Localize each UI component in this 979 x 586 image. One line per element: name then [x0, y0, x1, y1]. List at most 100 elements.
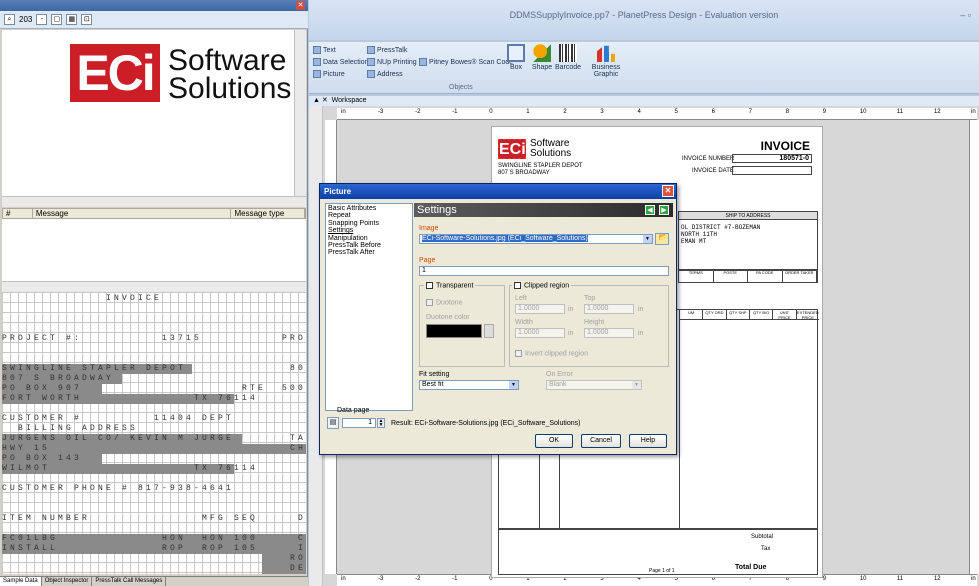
nav-settings[interactable]: Settings	[328, 227, 410, 234]
on-error-select[interactable]: Blank ▼	[546, 380, 642, 390]
eci-logo-mark: ECi	[70, 44, 160, 102]
chevron-down-icon[interactable]: ▼	[509, 381, 518, 389]
grid-row[interactable]: PO BOX 143	[2, 454, 82, 464]
ribbon-barcode-button[interactable]: Barcode	[555, 44, 581, 71]
ruler-tick-label: 3	[600, 109, 604, 115]
grid-row[interactable]: PROJECT #: 13715 PROJ	[2, 334, 306, 344]
invert-clipped-checkbox[interactable]: Invert clipped region	[515, 350, 588, 357]
clipped-region-checkbox[interactable]: Clipped region	[512, 282, 572, 290]
messages-col-type[interactable]: Message type	[231, 209, 305, 218]
grid-row[interactable]: INVOICE	[2, 294, 162, 304]
page-input[interactable]: 1	[419, 266, 669, 276]
invoice-number-field[interactable]: 180571-0	[732, 154, 812, 163]
grid-row[interactable]: PO BOX 907 RTE 500	[2, 384, 306, 394]
bottom-tabs: Sample Data Object Inspector PressTalk C…	[0, 576, 308, 586]
ribbon-scan-code-button[interactable]: Pitney Bowes® Scan Code	[419, 58, 513, 66]
tab-sample-data[interactable]: Sample Data	[0, 577, 42, 586]
duotone-color-swatch[interactable]	[426, 324, 482, 338]
top-input[interactable]: 1.0000	[584, 304, 634, 314]
window-controls[interactable]: – ▫	[960, 10, 971, 20]
next-icon[interactable]: ▶	[659, 205, 669, 215]
grid-row[interactable]: ROUTE	[2, 554, 306, 564]
fit-setting-select[interactable]: Best fit ▼	[419, 380, 519, 390]
height-input[interactable]: 1.0000	[584, 328, 634, 338]
grid-row[interactable]: 807 S BROADWAY	[2, 374, 114, 384]
invoice-date-field[interactable]	[732, 166, 812, 175]
data-page-input[interactable]: 1	[342, 418, 376, 428]
ribbon-address-button[interactable]: Address	[367, 70, 403, 78]
help-button[interactable]: Help	[629, 434, 667, 448]
ruler-tick-label: 10	[859, 576, 867, 582]
preview-horizontal-scrollbar[interactable]	[2, 196, 306, 207]
preview-vertical-scrollbar[interactable]	[294, 30, 306, 196]
nav-presstalk-before[interactable]: PressTalk Before	[328, 242, 410, 249]
nav-manipulation[interactable]: Manipulation	[328, 235, 410, 242]
grid-row[interactable]: INSTALL ROP ROP 105 INSTAL	[2, 544, 306, 554]
width-input[interactable]: 1.0000	[515, 328, 565, 338]
nav-repeat[interactable]: Repeat	[328, 212, 410, 219]
left-input[interactable]: 1.0000	[515, 304, 565, 314]
duotone-checkbox[interactable]: Duotone	[426, 299, 462, 306]
view-icon[interactable]: ▢	[51, 14, 63, 25]
top-label: Top	[584, 295, 596, 302]
doc-logo-mark[interactable]: ECi	[498, 139, 526, 159]
grid-icon[interactable]: ▦	[66, 14, 78, 25]
ribbon-picture-button[interactable]: Picture	[313, 70, 345, 78]
app-titlebar: DDMSSupplyInvoice.pp7 - PlanetPress Desi…	[309, 0, 979, 40]
invoice-number-label: INVOICE NUMBER	[682, 156, 735, 162]
tab-presstalk-messages[interactable]: PressTalk Call Messages	[92, 577, 167, 586]
tab-object-inspector[interactable]: Object Inspector	[42, 577, 93, 586]
page-label: Page	[419, 257, 436, 264]
grid-row[interactable]: HWY 15 CHARGE	[2, 444, 306, 454]
checkbox-icon	[426, 282, 433, 289]
messages-col-message[interactable]: Message	[33, 209, 232, 218]
sample-data-grid[interactable]: INVOICE PROJECT #: 13715 PROJ SWINGLINE ST…	[2, 292, 306, 574]
doc-title: INVOICE	[760, 139, 810, 153]
color-picker-button[interactable]	[484, 324, 494, 338]
nav-snapping-points[interactable]: Snapping Points	[328, 220, 410, 227]
grid-row[interactable]: BILLING ADDRESS	[2, 424, 138, 434]
ribbon-nup-printing-button[interactable]: NUp Printing	[367, 58, 417, 66]
chevron-down-icon[interactable]: ▼	[643, 235, 652, 243]
zoom-value[interactable]: 203	[19, 15, 32, 24]
grid-row[interactable]: JURGENS OIL CO/ KEVIN M JURGE TAXCD	[2, 434, 306, 444]
image-select[interactable]: ECi-Software-Solutions.jpg (ECi_Software…	[419, 234, 653, 244]
grid-row[interactable]: SWINGLINE STAPLER DEPOT 800-36	[2, 364, 306, 374]
grid-row[interactable]: FC01LBG HON HON 100 CHAIR	[2, 534, 306, 544]
zoom-out-icon[interactable]: -	[36, 14, 48, 25]
grid-row[interactable]: CUSTOMER # 11404 DEPT CH	[2, 414, 306, 424]
previous-icon[interactable]: ◀	[645, 205, 655, 215]
page-icon[interactable]: ▤	[327, 417, 339, 429]
cancel-button[interactable]: Cancel	[581, 434, 621, 448]
nav-basic-attributes[interactable]: Basic Attributes	[328, 205, 410, 212]
browse-folder-icon[interactable]: 📂	[655, 233, 669, 245]
ribbon-business-graphic-button[interactable]: Business Graphic	[589, 44, 623, 78]
column-divider	[679, 310, 680, 530]
grid-row[interactable]: FORT WORTH TX 76114	[2, 394, 258, 404]
zoom-icon[interactable]: ⌕	[4, 14, 15, 25]
left-toolbar: ⌕ 203 - ▢ ▦ ⊡	[0, 11, 308, 29]
grid-row[interactable]: CUSTOMER PHONE # 817-938-4641	[2, 484, 234, 494]
ribbon-presstalk-button[interactable]: PressTalk	[367, 46, 407, 54]
ribbon-shape-button[interactable]: Shape	[529, 44, 555, 71]
fit-icon[interactable]: ⊡	[81, 14, 93, 25]
grid-row[interactable]: DEMO	[2, 564, 306, 574]
transparent-checkbox[interactable]: Transparent	[424, 282, 476, 290]
settings-title: Settings	[417, 204, 457, 216]
close-icon[interactable]: ✕	[296, 1, 305, 10]
data-page-spinner[interactable]: ▲ ▼	[377, 418, 385, 428]
ribbon-data-selection-button[interactable]: Data Selection	[313, 58, 369, 66]
left-panel-titlebar: ✕	[0, 0, 308, 11]
messages-col-number[interactable]: #	[3, 209, 33, 218]
close-icon[interactable]: ✕	[662, 185, 674, 197]
ribbon-text-button[interactable]: Text	[313, 46, 336, 54]
order-header-row: TERMS POSTE PA CODE ORDER TAKER	[678, 269, 818, 283]
messages-horizontal-scrollbar[interactable]	[2, 281, 306, 292]
workspace-tab[interactable]: ▲ ✕ Workspace	[309, 96, 979, 106]
nav-presstalk-after[interactable]: PressTalk After	[328, 249, 410, 256]
grid-row[interactable]: ITEM NUMBER MFG SEQ DESCRI	[2, 514, 306, 524]
ribbon-box-button[interactable]: Box	[503, 44, 529, 71]
ok-button[interactable]: OK	[535, 434, 573, 448]
chevron-down-icon[interactable]: ▼	[632, 381, 641, 389]
grid-row[interactable]: WILMOT TX 76114	[2, 464, 258, 474]
